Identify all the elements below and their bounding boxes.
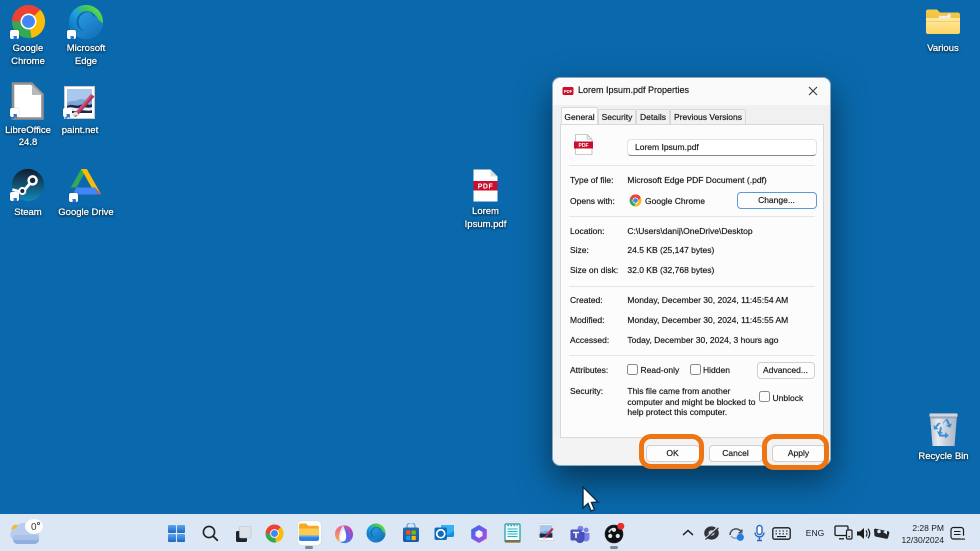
svg-text:PDF: PDF: [579, 143, 589, 149]
svg-text:PDF: PDF: [564, 89, 573, 94]
svg-text:PDF: PDF: [478, 184, 494, 191]
svg-text:0: 0: [31, 522, 37, 533]
